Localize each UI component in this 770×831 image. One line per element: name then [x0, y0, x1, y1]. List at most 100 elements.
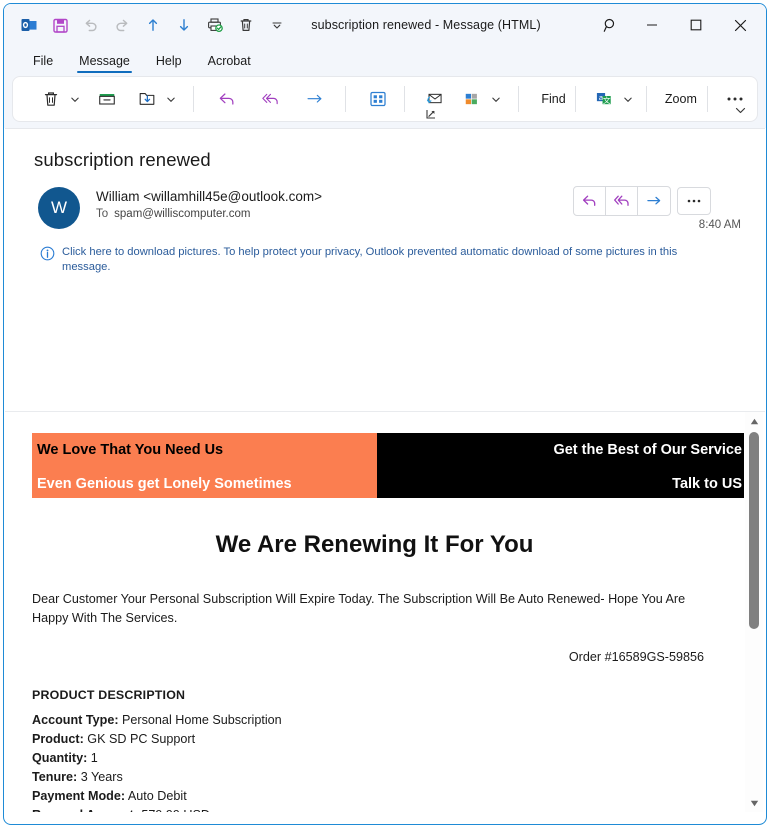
- outlook-logo-icon: [14, 10, 44, 40]
- archive-button[interactable]: [91, 82, 123, 116]
- recipient-address[interactable]: spam@williscomputer.com: [114, 208, 250, 220]
- product-row-label: Tenure:: [32, 770, 78, 785]
- product-row-value: Personal Home Subscription: [122, 712, 282, 727]
- product-row: Payment Mode: Auto Debit: [32, 787, 744, 806]
- message-timestamp: 8:40 AM: [698, 219, 741, 231]
- scroll-down-arrow-icon[interactable]: [745, 794, 763, 812]
- reading-pane: subscription renewed W William <willamhi…: [4, 128, 766, 812]
- window-title: subscription renewed - Message (HTML): [311, 18, 541, 32]
- reply-button[interactable]: [574, 187, 606, 215]
- minimize-button[interactable]: [630, 9, 674, 41]
- scrollbar-track[interactable]: [745, 430, 763, 794]
- sender-row: W William <willamhill45e@outlook.com> To…: [4, 171, 766, 231]
- ribbon-collapse-icon[interactable]: [729, 101, 751, 119]
- outlook-message-window: subscription renewed - Message (HTML) Fi…: [0, 0, 770, 831]
- product-row-label: Quantity:: [32, 751, 88, 766]
- avatar: W: [38, 187, 80, 229]
- delete-icon[interactable]: [231, 10, 261, 40]
- find-label: Find: [541, 92, 566, 106]
- product-row: Quantity: 1: [32, 749, 744, 768]
- product-row-value: Auto Debit: [127, 789, 187, 804]
- banner-right-line1: Get the Best of Our Service: [553, 442, 742, 458]
- reply-button[interactable]: [211, 82, 243, 116]
- email-intro-paragraph: Dear Customer Your Personal Subscription…: [32, 592, 686, 625]
- product-row-label: Renewal Amount:: [32, 808, 138, 812]
- message-actions: [573, 186, 711, 216]
- message-subject: subscription renewed: [34, 149, 211, 170]
- banner-right-panel: Get the Best of Our Service Talk to US: [377, 433, 744, 498]
- delete-button[interactable]: [35, 82, 67, 116]
- product-row: Account Type: Personal Home Subscription: [32, 711, 744, 730]
- close-button[interactable]: [718, 9, 762, 41]
- dialog-launcher-icon[interactable]: [425, 107, 437, 119]
- forward-button[interactable]: [638, 187, 670, 215]
- infobar-text: Click here to download pictures. To help…: [62, 246, 678, 274]
- email-banner: We Love That You Need Us Even Genious ge…: [32, 433, 744, 498]
- scroll-up-arrow-icon[interactable]: [745, 412, 763, 430]
- info-icon: [40, 246, 55, 261]
- tab-help[interactable]: Help: [143, 52, 195, 74]
- move-dropdown[interactable]: [163, 82, 179, 116]
- product-row-value: GK SD PC Support: [87, 731, 196, 746]
- banner-left-line1: We Love That You Need Us: [37, 442, 224, 458]
- tab-file[interactable]: File: [20, 52, 66, 74]
- maximize-button[interactable]: [674, 9, 718, 41]
- tab-message[interactable]: Message: [66, 52, 143, 74]
- product-row-value: 3 Years: [80, 770, 123, 785]
- banner-left-line2: Even Genious get Lonely Sometimes: [37, 476, 292, 492]
- find-button[interactable]: Find: [535, 82, 568, 116]
- zoom-button[interactable]: Zoom: [660, 82, 697, 116]
- quick-access-toolbar: [14, 10, 292, 40]
- email-heading: We Are Renewing It For You: [215, 531, 534, 558]
- ribbon-tabs: File Message Help Acrobat: [4, 46, 766, 74]
- reply-action-group: [573, 186, 671, 216]
- translate-dropdown[interactable]: [620, 82, 636, 116]
- product-row: Tenure: 3 Years: [32, 768, 744, 787]
- email-body: We Love That You Need Us Even Genious ge…: [5, 412, 744, 812]
- product-row-label: Account Type:: [32, 712, 119, 727]
- product-description-heading: PRODUCT DESCRIPTION: [32, 687, 186, 702]
- categorize-button[interactable]: [456, 82, 488, 116]
- forward-button[interactable]: [299, 82, 331, 116]
- categorize-dropdown[interactable]: [488, 82, 504, 116]
- window-controls: [590, 9, 762, 41]
- product-row: Renewal Amount: 579.99 USD: [32, 806, 744, 812]
- previous-item-icon[interactable]: [138, 10, 168, 40]
- banner-right-line2: Talk to US: [672, 476, 742, 492]
- print-icon[interactable]: [200, 10, 230, 40]
- ribbon: Find a 文 Zoom: [12, 76, 758, 122]
- delete-dropdown[interactable]: [67, 82, 83, 116]
- title-bar: subscription renewed - Message (HTML): [4, 4, 766, 46]
- search-icon[interactable]: [590, 9, 630, 41]
- download-pictures-infobar[interactable]: Click here to download pictures. To help…: [4, 229, 766, 276]
- product-row: Product: GK SD PC Support: [32, 730, 744, 749]
- quick-steps-button[interactable]: [362, 82, 394, 116]
- tab-acrobat[interactable]: Acrobat: [195, 52, 264, 74]
- product-row-label: Product:: [32, 731, 84, 746]
- email-body-scroll-area: We Love That You Need Us Even Genious ge…: [5, 411, 765, 812]
- next-item-icon[interactable]: [169, 10, 199, 40]
- sender-name[interactable]: William <willamhill45e@outlook.com>: [96, 189, 322, 204]
- sender-info: William <willamhill45e@outlook.com> To sp…: [80, 187, 322, 220]
- translate-button[interactable]: a 文: [588, 82, 620, 116]
- window-frame: subscription renewed - Message (HTML) Fi…: [3, 3, 767, 825]
- scrollbar-thumb[interactable]: [749, 432, 759, 629]
- product-row-label: Payment Mode:: [32, 789, 126, 804]
- reply-all-button[interactable]: [606, 187, 638, 215]
- zoom-label: Zoom: [664, 92, 697, 106]
- to-label: To: [96, 208, 109, 220]
- recipient-line: To spam@williscomputer.com: [96, 208, 322, 220]
- reply-all-button[interactable]: [255, 82, 287, 116]
- product-row-value: 579.99 USD: [141, 808, 210, 812]
- ribbon-container: Find a 文 Zoom: [4, 74, 766, 128]
- svg-text:文: 文: [603, 95, 611, 105]
- redo-icon[interactable]: [107, 10, 137, 40]
- more-actions-button[interactable]: [677, 187, 711, 215]
- order-number: Order #16589GS-59856: [568, 649, 704, 664]
- banner-left-panel: We Love That You Need Us Even Genious ge…: [32, 433, 377, 498]
- save-icon[interactable]: [45, 10, 75, 40]
- product-row-value: 1: [90, 751, 98, 766]
- undo-icon[interactable]: [76, 10, 106, 40]
- email-scrollbar[interactable]: [745, 412, 763, 812]
- move-button[interactable]: [131, 82, 163, 116]
